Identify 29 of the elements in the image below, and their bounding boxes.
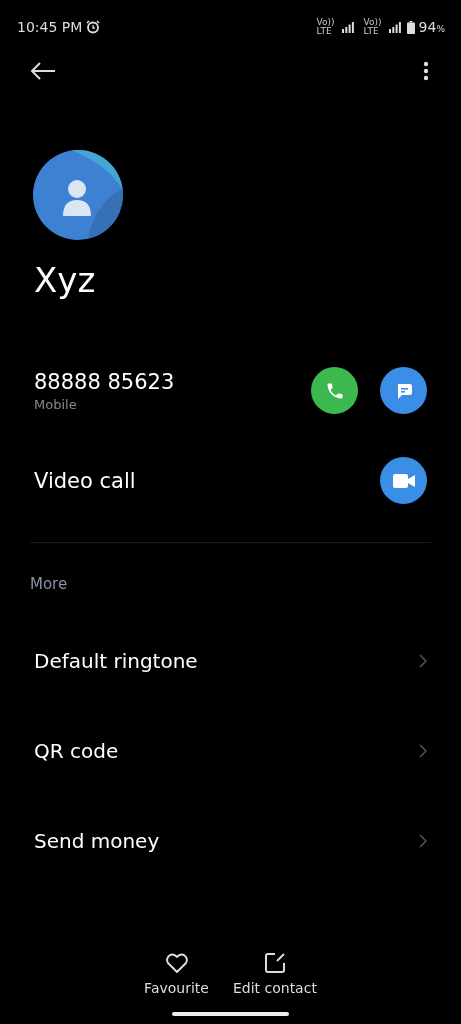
phone-number[interactable]: 88888 85623 xyxy=(34,369,289,394)
video-call-button[interactable] xyxy=(380,457,427,504)
section-heading: More xyxy=(30,575,69,593)
signal-icon xyxy=(341,21,354,33)
battery-icon xyxy=(406,20,415,34)
menu-item[interactable]: Send money xyxy=(0,796,461,886)
signal-icon xyxy=(388,21,401,33)
menu-item[interactable]: Default ringtone xyxy=(0,616,461,706)
battery-level: 94% xyxy=(418,19,445,35)
more-icon xyxy=(423,61,429,81)
volte-indicator: Vo)) LTE xyxy=(316,18,335,36)
back-arrow-icon xyxy=(30,62,56,80)
chevron-right-icon xyxy=(419,654,427,668)
call-button[interactable] xyxy=(311,367,358,414)
volte-indicator: Vo)) LTE xyxy=(363,18,382,36)
chevron-right-icon xyxy=(419,834,427,848)
phone-type: Mobile xyxy=(34,396,78,412)
edit-contact-button[interactable]: Edit contact xyxy=(232,952,317,996)
chevron-right-icon xyxy=(419,744,427,758)
video-call-label[interactable]: Video call xyxy=(34,468,136,493)
contact-name: Xyz xyxy=(34,260,97,300)
video-camera-icon xyxy=(392,473,415,488)
alarm-clock-icon xyxy=(86,20,101,34)
edit-icon xyxy=(263,952,286,974)
favourite-button[interactable]: Favourite xyxy=(144,952,209,996)
status-time: 10:45 PM xyxy=(17,19,83,35)
message-button[interactable] xyxy=(380,367,427,414)
menu-item[interactable]: QR code xyxy=(0,706,461,796)
heart-icon xyxy=(164,952,189,974)
